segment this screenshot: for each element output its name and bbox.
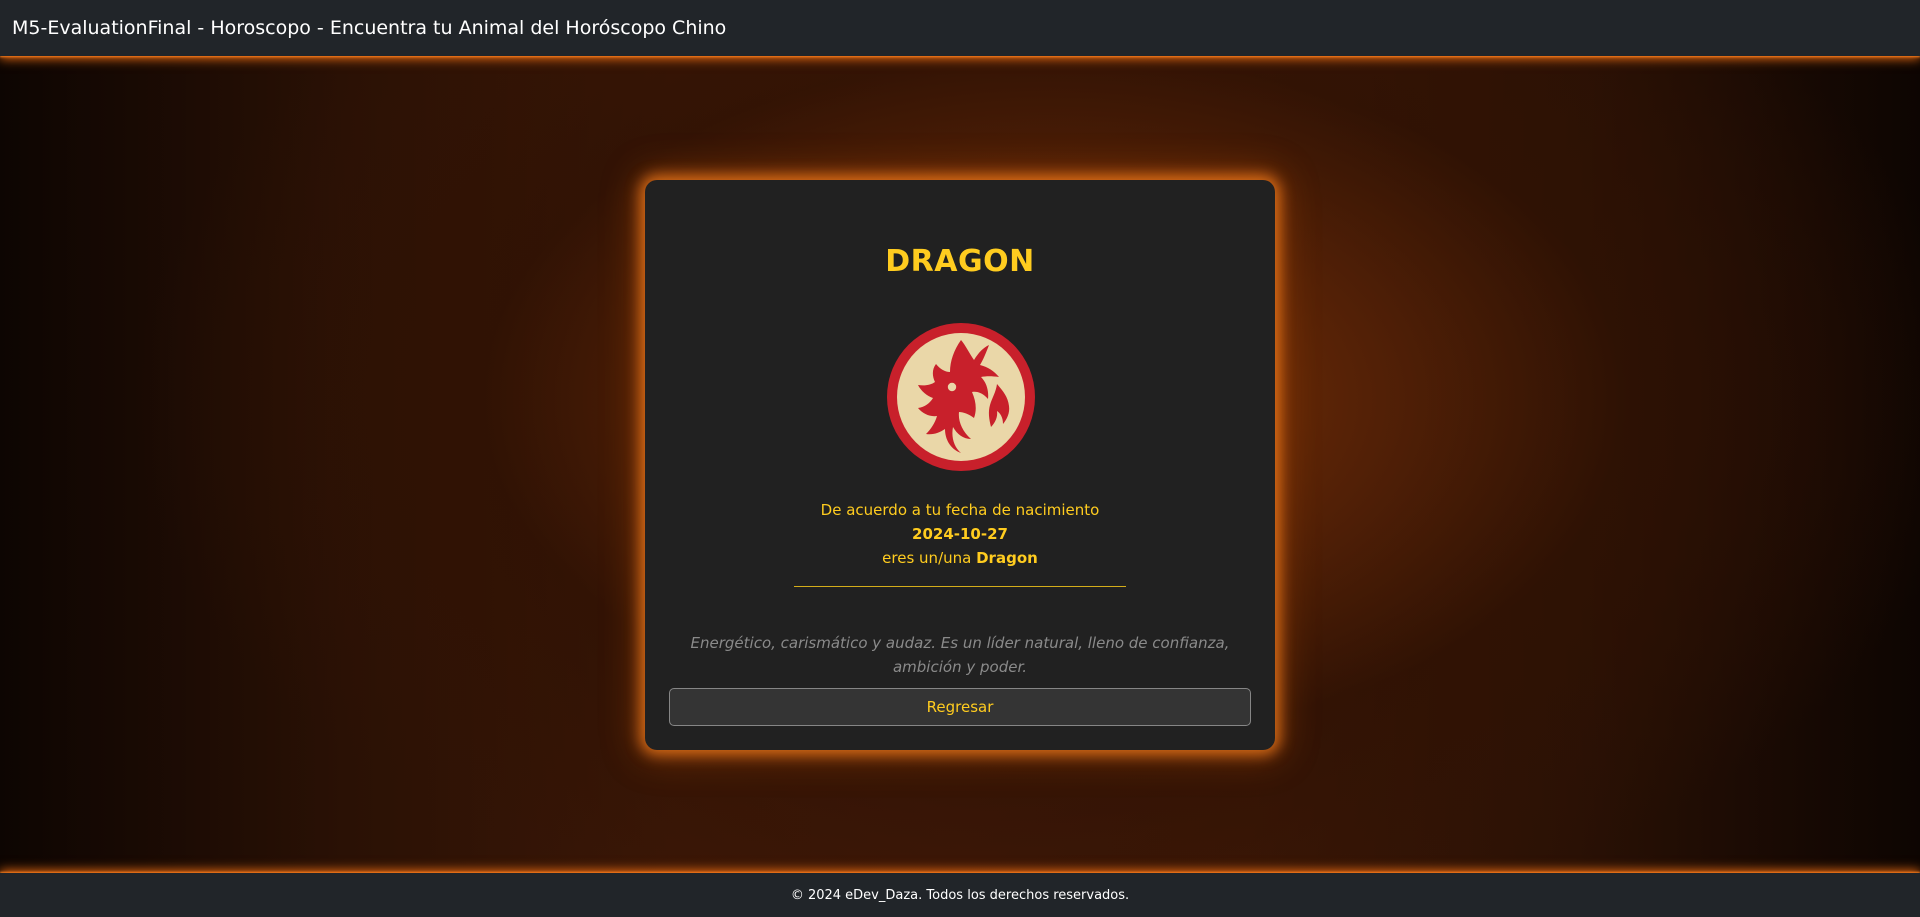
birth-date: 2024-10-27 [912,525,1008,543]
dragon-emblem-icon [887,323,1035,471]
copyright-text: © 2024 eDev_Daza. Todos los derechos res… [790,887,1130,903]
animal-name: Dragon [976,549,1038,567]
birth-info: De acuerdo a tu fecha de nacimiento 2024… [645,498,1275,570]
back-button[interactable]: Regresar [669,688,1251,726]
intro-text: De acuerdo a tu fecha de nacimiento [820,501,1100,519]
animal-description: Energético, carismático y audaz. Es un l… [690,634,1230,676]
top-navbar: M5-EvaluationFinal - Horoscopo - Encuent… [0,0,1920,56]
result-line: eres un/una Dragon [645,546,1275,570]
divider [794,586,1126,587]
result-card: DRAGON De acuerdo a tu fecha de nacimien… [645,180,1275,750]
animal-title: DRAGON [885,244,1035,279]
footer: © 2024 eDev_Daza. Todos los derechos res… [0,873,1920,917]
page-title: M5-EvaluationFinal - Horoscopo - Encuent… [12,17,727,39]
main-area: DRAGON De acuerdo a tu fecha de nacimien… [0,56,1920,873]
result-prefix: eres un/una [882,549,972,567]
